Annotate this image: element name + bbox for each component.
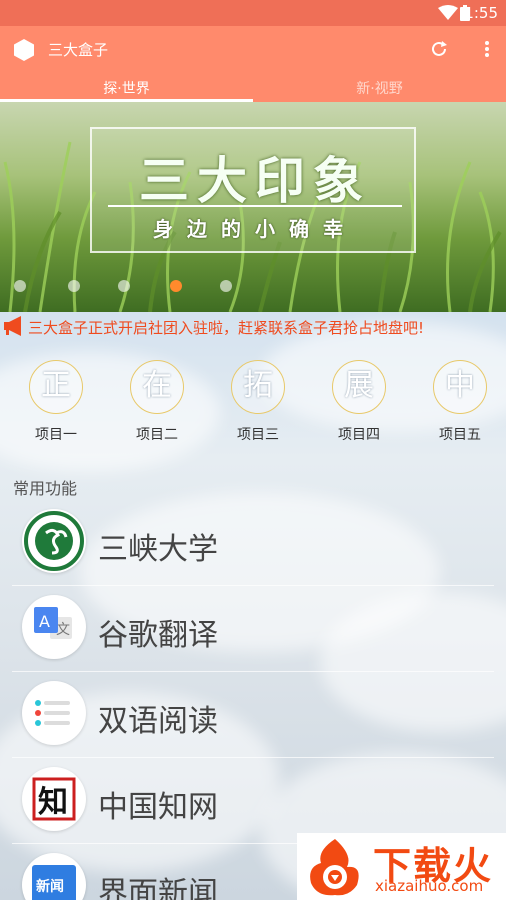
svg-text:A: A xyxy=(39,612,50,631)
tab-new-vision[interactable]: 新·视野 xyxy=(253,78,506,98)
svg-text:文: 文 xyxy=(56,622,70,638)
watermark: 下载火 xiazaihuo.com xyxy=(297,833,506,900)
project-label: 项目二 xyxy=(136,427,178,443)
project-circle: 在 xyxy=(130,360,184,414)
university-logo-icon xyxy=(22,509,86,573)
project-circle: 中 xyxy=(433,360,487,414)
banner-divider xyxy=(108,205,402,207)
refresh-icon[interactable] xyxy=(430,40,448,58)
notice-bar[interactable]: 三大盒子正式开启社团入驻啦，赶紧联系盒子君抢占地盘吧! xyxy=(0,312,506,340)
project-label: 项目一 xyxy=(35,427,77,443)
project-circle: 正 xyxy=(29,360,83,414)
carousel-dot[interactable] xyxy=(68,280,80,292)
status-bar: 1:55 xyxy=(0,0,506,26)
carousel-dot[interactable] xyxy=(118,280,130,292)
function-item-ctgu[interactable]: 三峡大学 xyxy=(12,500,494,586)
cnki-icon: 知 xyxy=(22,767,86,831)
list-icon xyxy=(22,681,86,745)
news-icon: 新闻 xyxy=(22,853,86,900)
carousel-dot-active[interactable] xyxy=(170,280,182,292)
project-item-2[interactable]: 在 项目二 xyxy=(107,360,207,444)
project-circle: 展 xyxy=(332,360,386,414)
more-vert-icon[interactable] xyxy=(484,40,490,58)
project-circle: 拓 xyxy=(231,360,285,414)
flame-logo-icon xyxy=(310,839,359,896)
function-name: 中国知网 xyxy=(98,790,218,825)
app-bar: 三大盒子 xyxy=(0,26,506,74)
function-name: 双语阅读 xyxy=(98,704,218,739)
carousel-dot[interactable] xyxy=(14,280,26,292)
banner-subtitle: 身边的小确幸 xyxy=(153,217,357,241)
function-name: 谷歌翻译 xyxy=(98,618,218,653)
function-name: 界面新闻 xyxy=(98,876,218,900)
project-item-3[interactable]: 拓 项目三 xyxy=(208,360,308,444)
function-name: 三峡大学 xyxy=(98,532,218,567)
banner-title-box: 三大印象 身边的小确幸 xyxy=(90,127,416,253)
tab-explore-world[interactable]: 探·世界 xyxy=(0,78,253,98)
hexagon-logo-icon xyxy=(14,39,34,61)
function-item-bilingual-reading[interactable]: 双语阅读 xyxy=(12,672,494,758)
notice-text: 三大盒子正式开启社团入驻啦，赶紧联系盒子君抢占地盘吧! xyxy=(28,319,425,337)
project-label: 项目五 xyxy=(439,427,481,443)
news-icon-text: 新闻 xyxy=(36,878,64,895)
cnki-icon-text: 知 xyxy=(38,785,68,820)
section-title: 常用功能 xyxy=(13,479,78,498)
banner-title: 三大印象 xyxy=(139,152,371,210)
banner-carousel[interactable]: 三大印象 身边的小确幸 xyxy=(0,102,506,312)
carousel-dot[interactable] xyxy=(220,280,232,292)
project-item-4[interactable]: 展 项目四 xyxy=(309,360,409,444)
function-item-google-translate[interactable]: 文 A 谷歌翻译 xyxy=(12,586,494,672)
tab-bar: 探·世界 新·视野 xyxy=(0,74,506,102)
project-item-1[interactable]: 正 项目一 xyxy=(6,360,106,444)
status-time: 1:55 xyxy=(464,4,498,22)
megaphone-icon xyxy=(4,316,21,336)
google-translate-icon: 文 A xyxy=(22,595,86,659)
watermark-url: xiazaihuo.com xyxy=(375,877,484,895)
project-label: 项目三 xyxy=(237,427,279,443)
project-item-5[interactable]: 中 项目五 xyxy=(410,360,506,444)
function-item-cnki[interactable]: 知 中国知网 xyxy=(12,758,494,844)
project-label: 项目四 xyxy=(338,427,380,443)
app-title: 三大盒子 xyxy=(48,41,109,59)
wifi-icon xyxy=(438,5,458,20)
